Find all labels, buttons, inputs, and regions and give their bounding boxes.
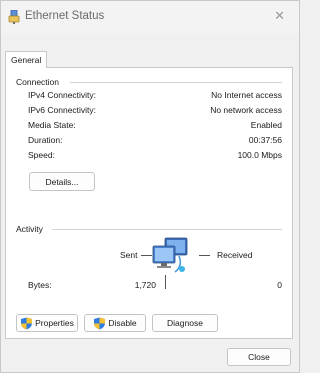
activity-header: Activity bbox=[16, 224, 43, 234]
activity-divider bbox=[52, 229, 282, 230]
speed-value: 100.0 Mbps bbox=[237, 150, 282, 160]
disable-button[interactable]: Disable bbox=[84, 314, 146, 332]
ipv6-label: IPv6 Connectivity: bbox=[28, 105, 97, 115]
bytes-label: Bytes: bbox=[28, 280, 52, 290]
properties-button[interactable]: Properties bbox=[16, 314, 78, 332]
ipv4-value: No Internet access bbox=[211, 90, 282, 100]
network-computers-icon bbox=[152, 237, 188, 273]
uac-shield-icon bbox=[21, 317, 33, 329]
details-button[interactable]: Details... bbox=[29, 172, 95, 191]
bytes-sent-value: 1,720 bbox=[134, 280, 156, 290]
bytes-separator bbox=[165, 275, 166, 289]
title-bar[interactable]: Ethernet Status ✕ bbox=[1, 1, 299, 33]
diagnose-button[interactable]: Diagnose bbox=[152, 314, 218, 332]
connection-header: Connection bbox=[16, 77, 60, 87]
network-adapter-icon bbox=[8, 10, 20, 24]
tab-general[interactable]: General bbox=[5, 51, 48, 68]
sent-label: Sent bbox=[120, 250, 138, 260]
properties-label: Properties bbox=[35, 318, 74, 328]
disable-label: Disable bbox=[108, 318, 137, 328]
general-panel: Connection IPv4 Connectivity: No Interne… bbox=[5, 67, 293, 339]
media-state-label: Media State: bbox=[28, 120, 76, 130]
duration-value: 00:37:56 bbox=[248, 135, 282, 145]
bytes-received-value: 0 bbox=[277, 280, 282, 290]
ethernet-status-window: Ethernet Status ✕ General Connection IPv… bbox=[0, 0, 300, 373]
connection-divider bbox=[70, 82, 282, 83]
received-dash bbox=[199, 255, 210, 256]
speed-label: Speed: bbox=[28, 150, 55, 160]
duration-label: Duration: bbox=[28, 135, 63, 145]
uac-shield-icon bbox=[94, 317, 106, 329]
ipv6-value: No network access bbox=[210, 105, 282, 115]
close-window-icon[interactable]: ✕ bbox=[274, 9, 285, 23]
ipv4-label: IPv4 Connectivity: bbox=[28, 90, 97, 100]
window-title: Ethernet Status bbox=[25, 10, 105, 22]
received-label: Received bbox=[217, 250, 253, 260]
close-button[interactable]: Close bbox=[227, 348, 291, 366]
media-state-value: Enabled bbox=[250, 120, 282, 130]
